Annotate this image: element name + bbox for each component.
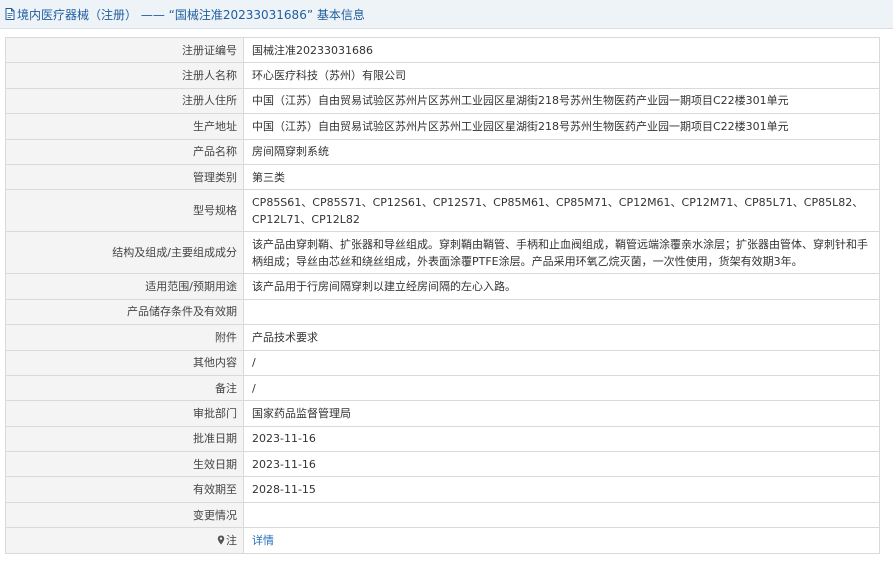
- field-label: 产品名称: [5, 138, 244, 165]
- table-row: 产品名称 房间隔穿刺系统: [5, 138, 880, 165]
- table-row: 批准日期 2023-11-16: [5, 425, 880, 453]
- field-label: 型号规格: [5, 189, 244, 233]
- field-label: 注册证编号: [5, 36, 244, 64]
- field-label: 注册人名称: [5, 62, 244, 89]
- table-row: 审批部门 国家药品监督管理局: [5, 400, 880, 427]
- field-value: 2023-11-16: [243, 451, 880, 478]
- field-value: 该产品由穿刺鞘、扩张器和导丝组成。穿刺鞘由鞘管、手柄和止血阀组成，鞘管远端涂覆亲…: [243, 231, 880, 275]
- field-label: 适用范围/预期用途: [5, 273, 244, 300]
- field-label: 结构及组成/主要组成成分: [5, 231, 244, 275]
- info-table: 注册证编号 国械注准20233031686 注册人名称 环心医疗科技（苏州）有限…: [5, 36, 880, 554]
- field-label: 备注: [5, 374, 244, 402]
- field-value: 环心医疗科技（苏州）有限公司: [243, 62, 880, 89]
- table-row: 变更情况: [5, 501, 880, 529]
- table-row: 生效日期 2023-11-16: [5, 451, 880, 478]
- field-label: 附件: [5, 324, 244, 351]
- field-label: 管理类别: [5, 163, 244, 191]
- field-value: 该产品用于行房间隔穿刺以建立经房间隔的左心入路。: [243, 273, 880, 300]
- table-row: 型号规格 CP85S61、CP85S71、CP12S61、CP12S71、CP8…: [5, 189, 880, 233]
- table-row: 备注 /: [5, 374, 880, 402]
- field-value: 第三类: [243, 163, 880, 191]
- field-label: 审批部门: [5, 400, 244, 427]
- field-value: 中国（江苏）自由贸易试验区苏州片区苏州工业园区星湖街218号苏州生物医药产业园一…: [243, 113, 880, 140]
- field-value: [243, 501, 880, 529]
- field-value: 中国（江苏）自由贸易试验区苏州片区苏州工业园区星湖街218号苏州生物医药产业园一…: [243, 87, 880, 115]
- table-row: 管理类别 第三类: [5, 163, 880, 191]
- field-value: 2028-11-15: [243, 476, 880, 503]
- table-row: 结构及组成/主要组成成分 该产品由穿刺鞘、扩张器和导丝组成。穿刺鞘由鞘管、手柄和…: [5, 231, 880, 275]
- field-label: 批准日期: [5, 425, 244, 453]
- table-row: 注册人名称 环心医疗科技（苏州）有限公司: [5, 62, 880, 89]
- field-value: [243, 298, 880, 326]
- details-link[interactable]: 详情: [252, 534, 274, 547]
- page-header: 境内医疗器械（注册） —— “国械注准20233031686” 基本信息: [0, 0, 893, 29]
- table-row: 生产地址 中国（江苏）自由贸易试验区苏州片区苏州工业园区星湖街218号苏州生物医…: [5, 113, 880, 140]
- field-value: 房间隔穿刺系统: [243, 138, 880, 165]
- field-label: 生效日期: [5, 451, 244, 478]
- table-row: 其他内容 /: [5, 349, 880, 376]
- field-label: 变更情况: [5, 501, 244, 529]
- field-value: /: [243, 349, 880, 376]
- table-row: 注册证编号 国械注准20233031686: [5, 36, 880, 64]
- note-value-cell: 详情: [243, 527, 880, 554]
- field-label: 生产地址: [5, 113, 244, 140]
- field-value: 国械注准20233031686: [243, 36, 880, 64]
- field-value: 产品技术要求: [243, 324, 880, 351]
- document-icon: [5, 8, 15, 20]
- field-value: CP85S61、CP85S71、CP12S61、CP12S71、CP85M61、…: [243, 189, 880, 233]
- location-pin-icon: [217, 535, 225, 545]
- page-title: 境内医疗器械（注册） —— “国械注准20233031686” 基本信息: [17, 7, 365, 22]
- table-row: 适用范围/预期用途 该产品用于行房间隔穿刺以建立经房间隔的左心入路。: [5, 273, 880, 300]
- table-row: 产品储存条件及有效期: [5, 298, 880, 326]
- field-label: 其他内容: [5, 349, 244, 376]
- table-row: 附件 产品技术要求: [5, 324, 880, 351]
- field-label: 注册人住所: [5, 87, 244, 115]
- field-value: 2023-11-16: [243, 425, 880, 453]
- field-value: /: [243, 374, 880, 402]
- field-value: 国家药品监督管理局: [243, 400, 880, 427]
- note-row: 注 详情: [5, 527, 880, 554]
- note-label-cell: 注: [5, 527, 244, 554]
- note-label: 注: [226, 533, 237, 547]
- table-row: 注册人住所 中国（江苏）自由贸易试验区苏州片区苏州工业园区星湖街218号苏州生物…: [5, 87, 880, 115]
- field-label: 有效期至: [5, 476, 244, 503]
- table-row: 有效期至 2028-11-15: [5, 476, 880, 503]
- field-label: 产品储存条件及有效期: [5, 298, 244, 326]
